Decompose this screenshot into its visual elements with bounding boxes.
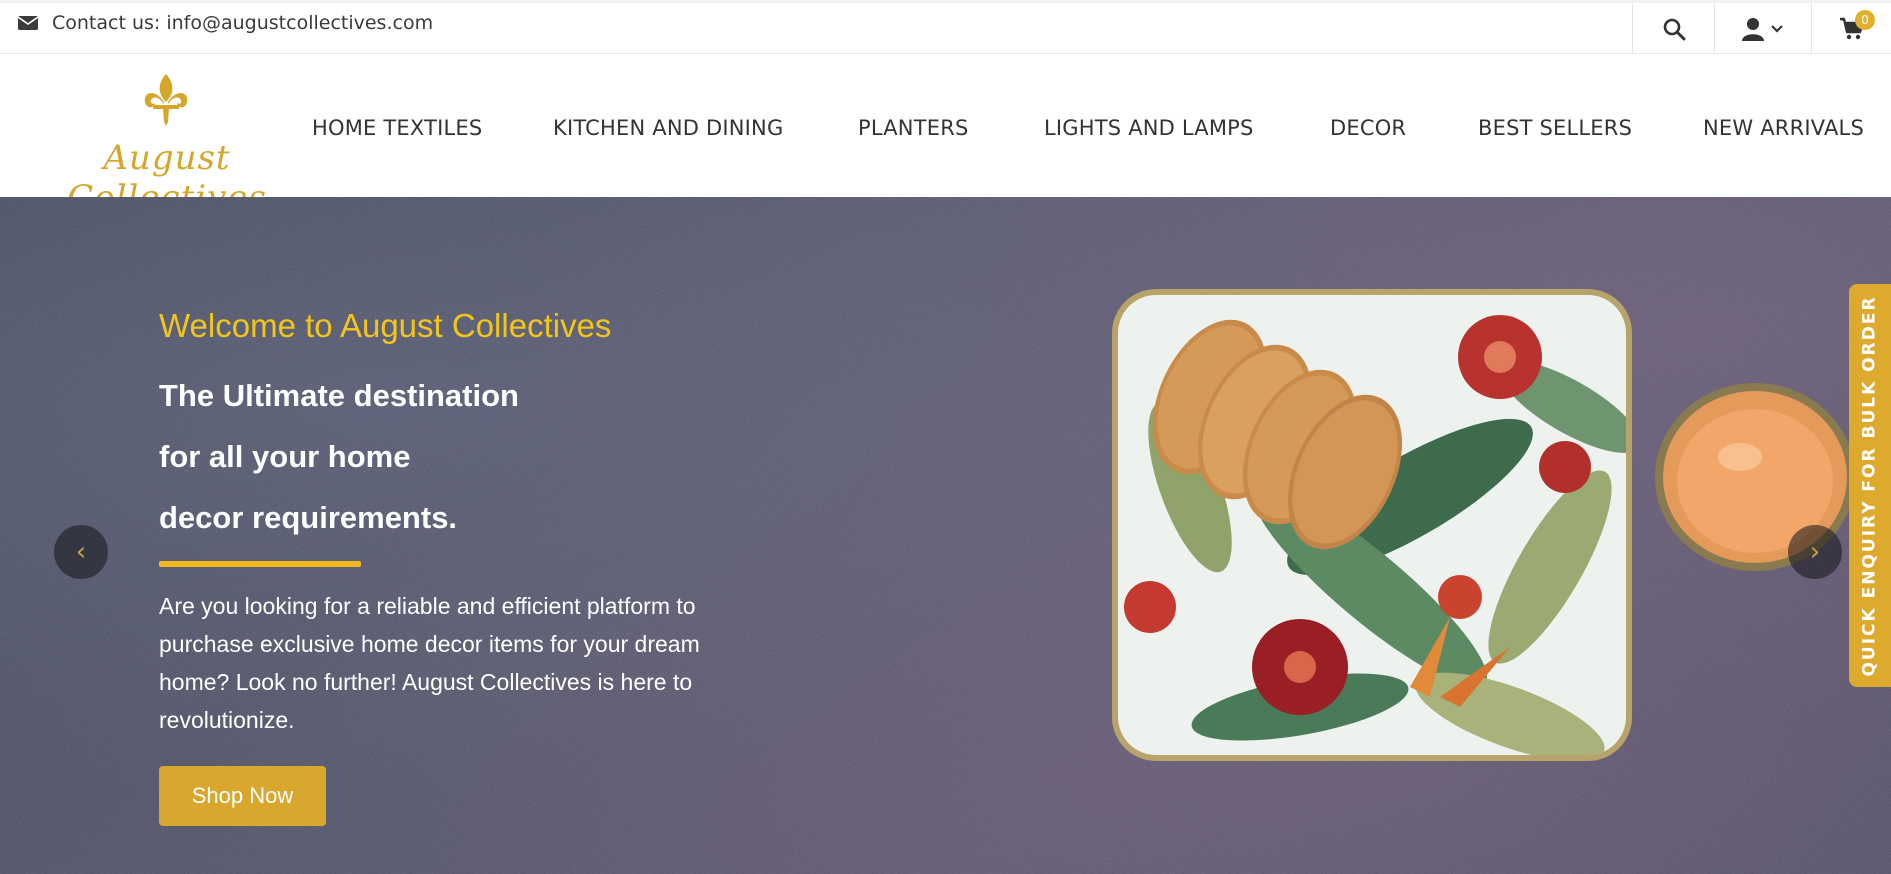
quick-enquiry-tab[interactable]: QUICK ENQUIRY FOR BULK ORDER bbox=[1849, 284, 1891, 687]
shop-now-button[interactable]: Shop Now bbox=[159, 766, 326, 826]
hero-headline-line: decor requirements. bbox=[159, 500, 458, 535]
main-nav: HOME TEXTILES KITCHEN AND DINING PLANTER… bbox=[0, 116, 1891, 146]
chevron-right-icon: › bbox=[1809, 537, 1821, 567]
hero-welcome: Welcome to August Collectives bbox=[159, 307, 612, 344]
nav-item-decor[interactable]: DECOR bbox=[1330, 116, 1406, 140]
chevron-left-icon: ‹ bbox=[75, 537, 87, 567]
nav-item-kitchen-and-dining[interactable]: KITCHEN AND DINING bbox=[553, 116, 783, 140]
hero-divider bbox=[159, 561, 361, 567]
floral-tray-image bbox=[1112, 289, 1632, 761]
contact-label: Contact us: bbox=[52, 12, 161, 34]
chevron-down-icon bbox=[1771, 24, 1783, 33]
search-icon bbox=[1663, 18, 1685, 40]
carousel-prev-button[interactable]: ‹ bbox=[54, 525, 108, 579]
cart-count-badge: 0 bbox=[1855, 10, 1875, 30]
cart-button[interactable]: 0 bbox=[1811, 3, 1891, 54]
site-header: August Collectives HOME TEXTILES KITCHEN… bbox=[0, 54, 1891, 218]
envelope-icon bbox=[18, 16, 38, 30]
user-icon bbox=[1742, 17, 1764, 41]
top-bar-actions: 0 bbox=[1632, 3, 1891, 54]
top-bar: Contact us: info@augustcollectives.com 0 bbox=[0, 0, 1891, 54]
search-button[interactable] bbox=[1632, 3, 1714, 54]
hero-headline: The Ultimate destination for all your ho… bbox=[159, 365, 719, 548]
account-menu-button[interactable] bbox=[1714, 3, 1811, 54]
hero-headline-line: The Ultimate destination bbox=[159, 378, 519, 413]
contact-info[interactable]: Contact us: info@augustcollectives.com bbox=[18, 12, 433, 34]
nav-item-lights-and-lamps[interactable]: LIGHTS AND LAMPS bbox=[1044, 116, 1254, 140]
quick-enquiry-label: QUICK ENQUIRY FOR BULK ORDER bbox=[1860, 294, 1881, 677]
nav-item-best-sellers[interactable]: BEST SELLERS bbox=[1478, 116, 1632, 140]
nav-item-new-arrivals[interactable]: NEW ARRIVALS bbox=[1703, 116, 1864, 140]
nav-item-home-textiles[interactable]: HOME TEXTILES bbox=[312, 116, 482, 140]
hero-description: Are you looking for a reliable and effic… bbox=[159, 593, 700, 733]
carousel-next-button[interactable]: › bbox=[1788, 525, 1842, 579]
contact-email[interactable]: info@augustcollectives.com bbox=[166, 12, 433, 34]
hero-headline-line: for all your home bbox=[159, 439, 411, 474]
nav-item-planters[interactable]: PLANTERS bbox=[858, 116, 969, 140]
hero-banner: Welcome to August Collectives The Ultima… bbox=[0, 197, 1891, 874]
